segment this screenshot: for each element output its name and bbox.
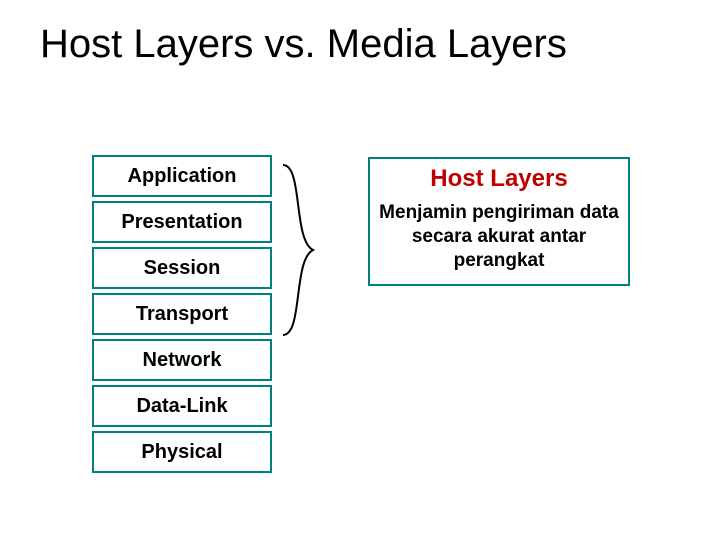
layer-physical: Physical — [92, 431, 272, 473]
brace-icon — [278, 160, 328, 340]
host-layers-box: Host Layers Menjamin pengiriman data sec… — [368, 157, 630, 286]
layer-session: Session — [92, 247, 272, 289]
slide: { "title": "Host Layers vs. Media Layers… — [0, 0, 720, 540]
host-layers-description: Menjamin pengiriman data secara akurat a… — [378, 201, 620, 272]
layer-application: Application — [92, 155, 272, 197]
host-layers-heading: Host Layers — [378, 165, 620, 193]
layer-transport: Transport — [92, 293, 272, 335]
osi-layers-stack: Application Presentation Session Transpo… — [92, 155, 272, 473]
slide-title: Host Layers vs. Media Layers — [40, 22, 567, 67]
layer-data-link: Data-Link — [92, 385, 272, 427]
layer-presentation: Presentation — [92, 201, 272, 243]
layer-network: Network — [92, 339, 272, 381]
